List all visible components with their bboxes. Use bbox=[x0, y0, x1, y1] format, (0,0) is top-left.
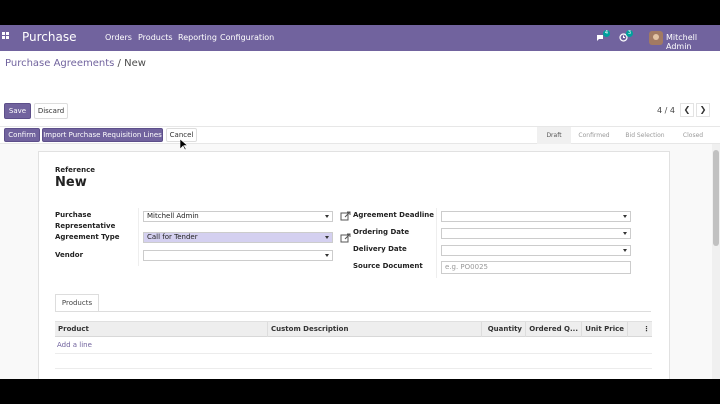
field-separator bbox=[436, 208, 437, 278]
stage-bid-selection[interactable]: Bid Selection bbox=[619, 127, 671, 144]
external-link-icon[interactable] bbox=[340, 211, 351, 222]
form-statusbar: Confirm Import Purchase Requisition Line… bbox=[0, 126, 720, 144]
breadcrumb-separator: / bbox=[117, 58, 121, 69]
reference-value: New bbox=[55, 175, 87, 190]
activity-badge: 3 bbox=[626, 30, 633, 37]
table-row bbox=[55, 368, 652, 369]
app-brand[interactable]: Purchase bbox=[22, 30, 77, 44]
chat-badge: 4 bbox=[603, 30, 610, 37]
breadcrumb-current: New bbox=[124, 58, 146, 69]
column-custom-description[interactable]: Custom Description bbox=[268, 322, 482, 337]
pager-prev-button[interactable]: ❮ bbox=[680, 103, 694, 117]
vendor-label: Vendor bbox=[55, 251, 84, 259]
menu-reporting[interactable]: Reporting bbox=[178, 33, 217, 42]
external-link-icon[interactable] bbox=[340, 233, 351, 244]
source-document-label: Source Document bbox=[353, 262, 423, 270]
discard-button[interactable]: Discard bbox=[34, 103, 68, 119]
mouse-cursor-icon bbox=[180, 139, 188, 151]
user-avatar[interactable] bbox=[649, 31, 663, 45]
tab-products[interactable]: Products bbox=[55, 294, 99, 312]
ordering-date-label: Ordering Date bbox=[353, 228, 410, 236]
confirm-button[interactable]: Confirm bbox=[4, 128, 40, 142]
chevron-down-icon bbox=[325, 215, 329, 218]
column-quantity[interactable]: Quantity bbox=[482, 322, 526, 337]
products-table-header: Product Custom Description Quantity Orde… bbox=[55, 321, 652, 337]
chevron-down-icon bbox=[623, 249, 627, 252]
agreement-deadline-label: Agreement Deadline bbox=[353, 211, 435, 219]
user-name[interactable]: Mitchell Admin bbox=[666, 33, 720, 51]
column-product[interactable]: Product bbox=[55, 322, 268, 337]
reference-label: Reference bbox=[55, 166, 96, 174]
control-panel: Purchase Agreements / New Save Discard 4… bbox=[0, 51, 720, 126]
tab-divider bbox=[55, 311, 651, 312]
menu-products[interactable]: Products bbox=[138, 33, 173, 42]
pager-value[interactable]: 4 / 4 bbox=[657, 106, 675, 115]
field-separator bbox=[138, 208, 139, 266]
table-row bbox=[55, 353, 652, 354]
apps-menu-icon[interactable] bbox=[2, 32, 11, 41]
add-a-line-link[interactable]: Add a line bbox=[57, 341, 92, 349]
stage-closed[interactable]: Closed bbox=[676, 127, 710, 144]
form-view: Reference New Purchase Representative Mi… bbox=[0, 144, 720, 379]
pager-next-button[interactable]: ❯ bbox=[696, 103, 710, 117]
odoo-screen: Purchase Orders Products Reporting Confi… bbox=[0, 25, 720, 379]
breadcrumb: Purchase Agreements / New bbox=[5, 58, 146, 69]
import-requisition-lines-button[interactable]: Import Purchase Requisition Lines bbox=[42, 128, 163, 142]
delivery-date-label: Delivery Date bbox=[353, 245, 407, 253]
agreement-type-value: Call for Tender bbox=[147, 233, 198, 241]
column-unit-price[interactable]: Unit Price bbox=[582, 322, 628, 337]
delivery-date-field[interactable] bbox=[441, 245, 631, 256]
save-button[interactable]: Save bbox=[4, 103, 31, 119]
menu-configuration[interactable]: Configuration bbox=[220, 33, 274, 42]
purchase-representative-field[interactable]: Mitchell Admin bbox=[143, 211, 333, 222]
breadcrumb-parent[interactable]: Purchase Agreements bbox=[5, 58, 114, 69]
source-document-input[interactable]: e.g. PO0025 bbox=[441, 261, 631, 274]
main-navbar: Purchase Orders Products Reporting Confi… bbox=[0, 25, 720, 51]
stage-confirmed[interactable]: Confirmed bbox=[573, 127, 615, 144]
agreement-type-label: Agreement Type bbox=[55, 233, 120, 241]
purchase-representative-label: Purchase Representative bbox=[55, 211, 116, 230]
column-ordered-quantity[interactable]: Ordered Q... bbox=[526, 322, 582, 337]
chevron-down-icon bbox=[325, 254, 329, 257]
chevron-down-icon bbox=[325, 236, 329, 239]
menu-orders[interactable]: Orders bbox=[105, 33, 132, 42]
purchase-representative-value: Mitchell Admin bbox=[147, 212, 199, 220]
chevron-down-icon bbox=[623, 215, 627, 218]
ordering-date-field[interactable] bbox=[441, 228, 631, 239]
column-options-icon[interactable]: ⋮ bbox=[640, 322, 652, 337]
chevron-down-icon bbox=[623, 232, 627, 235]
agreement-deadline-field[interactable] bbox=[441, 211, 631, 222]
agreement-type-field[interactable]: Call for Tender bbox=[143, 232, 333, 243]
vendor-field[interactable] bbox=[143, 250, 333, 261]
stage-draft[interactable]: Draft bbox=[537, 127, 571, 144]
scrollbar-thumb[interactable] bbox=[713, 150, 719, 246]
